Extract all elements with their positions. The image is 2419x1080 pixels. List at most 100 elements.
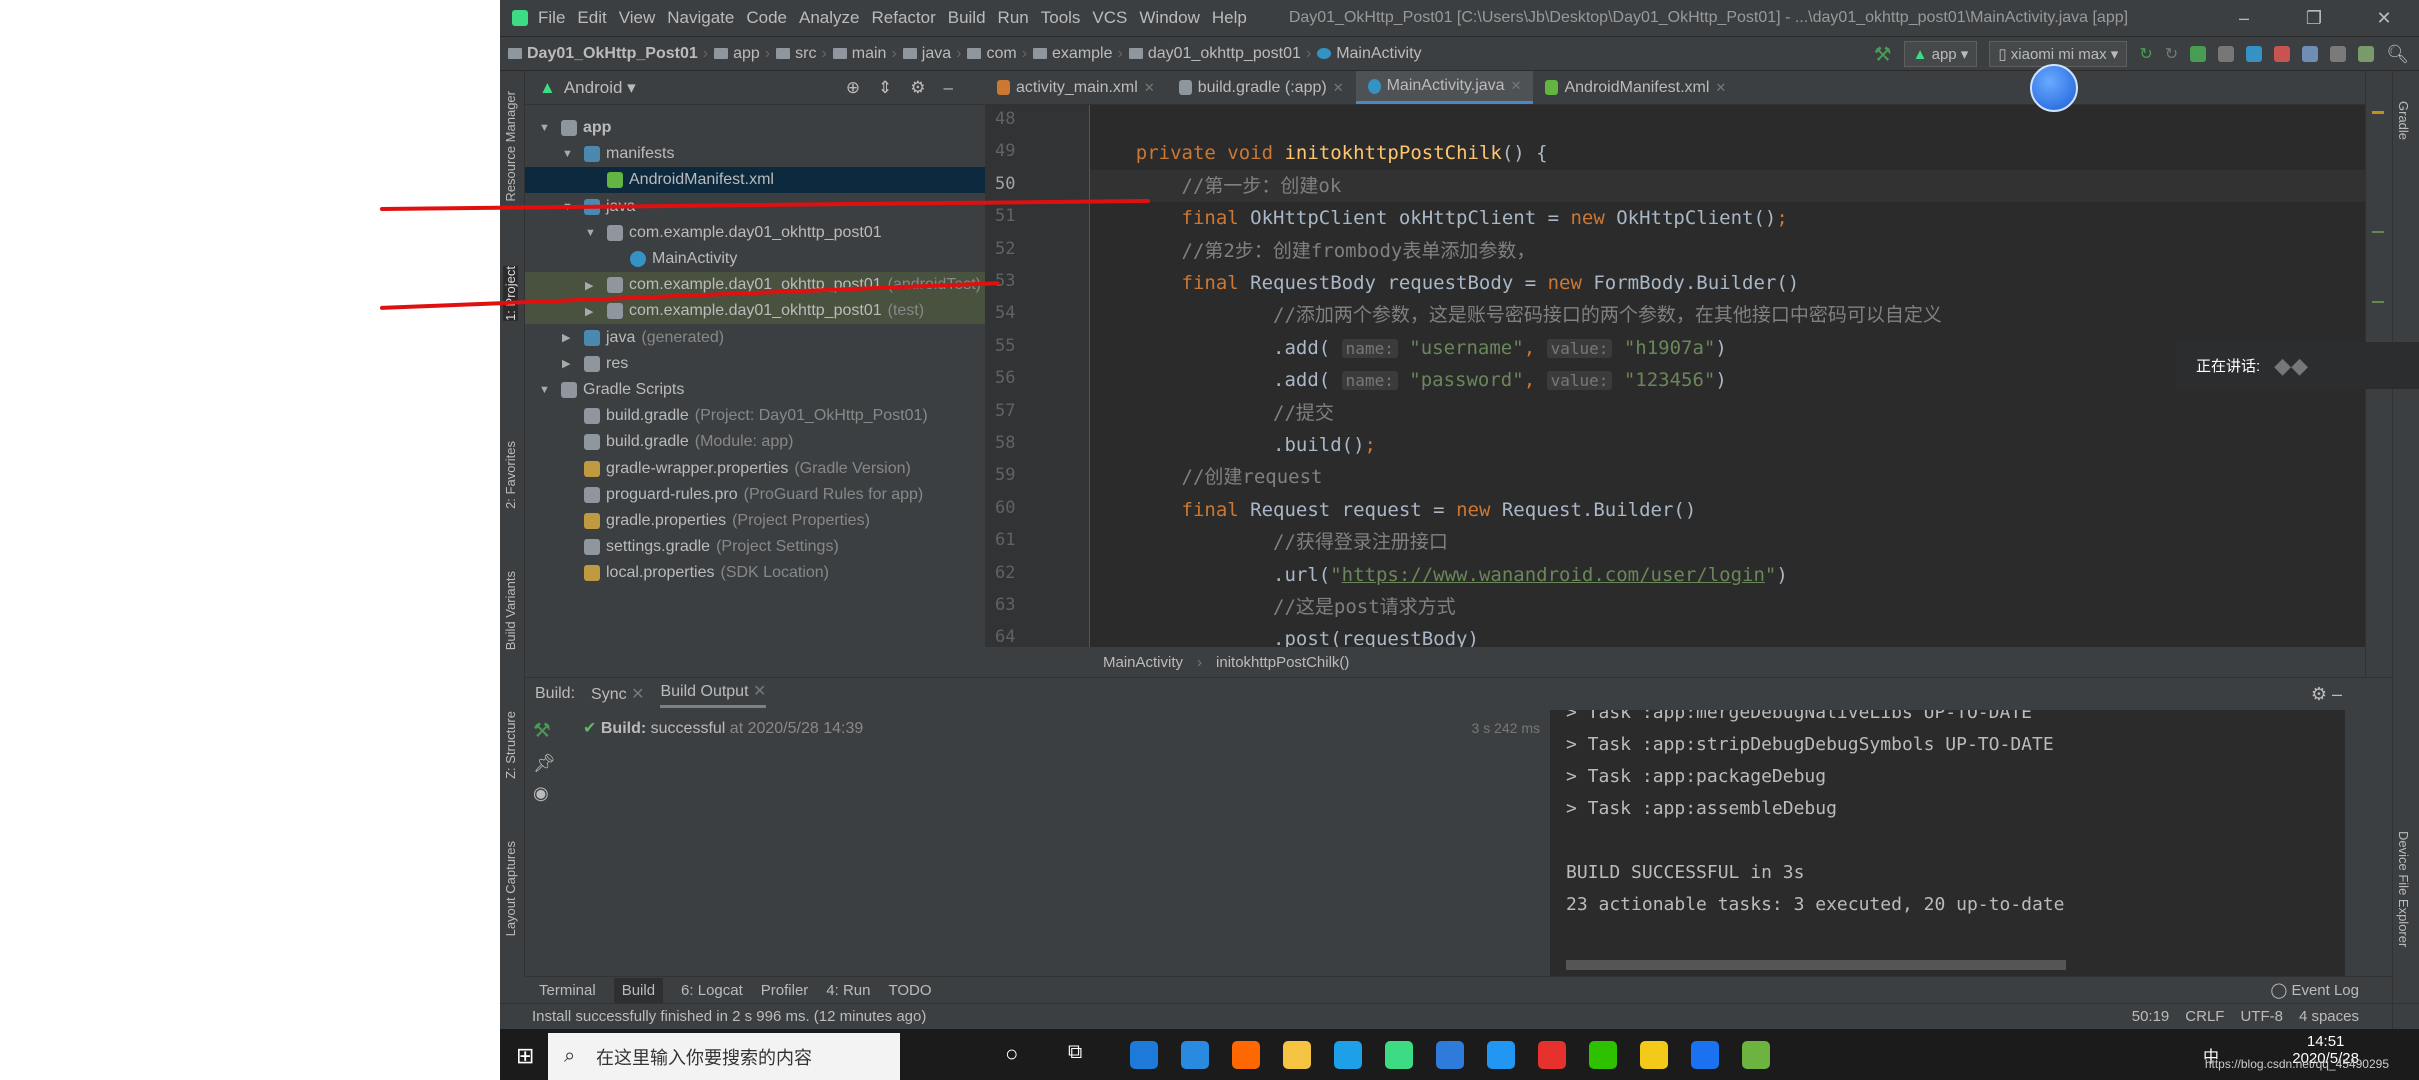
breadcrumb-item[interactable]: java ›	[902, 45, 961, 63]
breadcrumb-item[interactable]: day01_okhttp_post01 ›	[1128, 45, 1311, 63]
breadcrumb-item[interactable]: main ›	[832, 45, 897, 63]
code-line[interactable]: final OkHttpClient okHttpClient = new Ok…	[1090, 202, 2365, 234]
bottom-tab[interactable]: TODO	[888, 982, 931, 999]
indent-setting[interactable]: 4 spaces	[2299, 1008, 2359, 1025]
code-line[interactable]: final Request request = new Request.Buil…	[1090, 494, 2365, 526]
app-icon[interactable]	[1640, 1041, 1668, 1069]
device-select[interactable]: ▯ xiaomi mi max ▾	[1989, 41, 2128, 67]
menu-vcs[interactable]: VCS	[1092, 8, 1127, 27]
menu-tools[interactable]: Tools	[1041, 8, 1081, 27]
code-line[interactable]: .add( name: "password", value: "123456")	[1090, 364, 2365, 396]
tree-item[interactable]: MainActivity	[525, 246, 985, 272]
project-view-select[interactable]: ▲ Android ▾ ⊕⇕⚙–	[525, 71, 985, 105]
caret-position[interactable]: 50:19	[2132, 1008, 2170, 1025]
code-line[interactable]	[1090, 105, 2365, 137]
sogou-icon[interactable]	[1436, 1041, 1464, 1069]
code-line[interactable]: .post(requestBody)	[1090, 623, 2365, 647]
cortana-icon[interactable]: ○	[1005, 1041, 1018, 1067]
code-line[interactable]: //获得登录注册接口	[1090, 526, 2365, 558]
breadcrumb-item[interactable]: example ›	[1033, 45, 1123, 63]
feishu-icon[interactable]	[1691, 1041, 1719, 1069]
sdk-manager-icon[interactable]	[2358, 46, 2375, 62]
task-view-icon[interactable]: ⧉	[1068, 1041, 1082, 1064]
bottom-tab[interactable]: Build	[613, 977, 664, 1003]
code-line[interactable]: //创建request	[1090, 461, 2365, 493]
event-log-button[interactable]: ◯ Event Log	[2270, 981, 2359, 999]
maximize-button[interactable]: ❐	[2279, 0, 2349, 36]
floating-assist-ball[interactable]	[2030, 64, 2078, 112]
code-area[interactable]: private void initokhttpPostChilk() { //第…	[1090, 105, 2365, 647]
eye-icon[interactable]: ◉	[533, 783, 549, 804]
tree-item[interactable]: ▼ manifests	[525, 141, 985, 167]
close-tab-icon[interactable]: ✕	[1144, 80, 1155, 96]
menu-build[interactable]: Build	[948, 8, 986, 27]
tool-resource-manager[interactable]: Resource Manager	[503, 91, 518, 202]
bottom-tab[interactable]: 4: Run	[826, 982, 870, 999]
tool-project[interactable]: 1: Project	[503, 266, 518, 321]
code-line[interactable]: .add( name: "username", value: "h1907a")	[1090, 332, 2365, 364]
tool-layout-captures[interactable]: Layout Captures	[503, 841, 518, 936]
status-message[interactable]: Install successfully finished in 2 s 996…	[532, 1008, 926, 1025]
bottom-tab[interactable]: Terminal	[539, 982, 596, 999]
project-toolbar-icons[interactable]: ⊕⇕⚙–	[846, 78, 971, 98]
android-studio-icon[interactable]	[1385, 1041, 1413, 1069]
editor-tab[interactable]: MainActivity.java ✕	[1355, 71, 1534, 104]
file-explorer-icon[interactable]	[1283, 1041, 1311, 1069]
close-tab-icon[interactable]: ✕	[1333, 80, 1344, 96]
chevron-down-icon[interactable]: ▼	[539, 384, 555, 396]
menu-edit[interactable]: Edit	[577, 8, 606, 27]
tree-item[interactable]: ▶ res	[525, 351, 985, 377]
chevron-down-icon[interactable]: ▼	[539, 122, 555, 134]
code-line[interactable]: //第一步：创建ok	[1090, 169, 2365, 202]
tree-item[interactable]: build.gradle (Project: Day01_OkHttp_Post…	[525, 403, 985, 429]
edge-icon[interactable]	[1130, 1041, 1158, 1069]
sync-gradle-icon[interactable]	[2302, 46, 2319, 62]
stop-icon[interactable]	[2274, 46, 2291, 62]
tab-sync[interactable]: Sync ✕	[591, 684, 644, 704]
debug-icon[interactable]	[2190, 46, 2207, 62]
wechat-icon[interactable]	[1589, 1041, 1617, 1069]
breadcrumb-item[interactable]: Day01_OkHttp_Post01 ›	[508, 45, 708, 63]
code-line[interactable]: .build();	[1090, 429, 2365, 461]
qq-browser-icon[interactable]	[1487, 1041, 1515, 1069]
mail-icon[interactable]	[1181, 1041, 1209, 1069]
tool-device-file-explorer[interactable]: Device File Explorer	[2396, 831, 2411, 947]
file-encoding[interactable]: UTF-8	[2240, 1008, 2283, 1025]
attach-debugger-icon[interactable]	[2218, 46, 2235, 62]
editor-tab[interactable]: build.gradle (:app) ✕	[1167, 71, 1356, 104]
close-tab-icon[interactable]: ✕	[1715, 80, 1726, 96]
notepad-icon[interactable]	[1742, 1041, 1770, 1069]
hammer-build-icon[interactable]: ⚒	[1874, 42, 1892, 67]
breadcrumb-item[interactable]: app ›	[714, 45, 770, 63]
menu-run[interactable]: Run	[998, 8, 1029, 27]
avd-manager-icon[interactable]	[2330, 46, 2347, 62]
menu-view[interactable]: View	[619, 8, 656, 27]
taskbar-search-input[interactable]: ⌕ 在这里输入你要搜索的内容	[548, 1033, 900, 1080]
chevron-down-icon[interactable]: ▼	[562, 148, 578, 160]
tree-item[interactable]: settings.gradle (Project Settings)	[525, 534, 985, 560]
mi-icon[interactable]	[1232, 1041, 1260, 1069]
crumb-method[interactable]: initokhttpPostChilk()	[1216, 654, 1349, 671]
editor-tab[interactable]: activity_main.xml ✕	[985, 71, 1167, 104]
line-separator[interactable]: CRLF	[2185, 1008, 2224, 1025]
tab-build-output[interactable]: Build Output ✕	[660, 681, 767, 708]
tree-item[interactable]: build.gradle (Module: app)	[525, 429, 985, 455]
menu-navigate[interactable]: Navigate	[667, 8, 734, 27]
menu-help[interactable]: Help	[1212, 8, 1247, 27]
chevron-down-icon[interactable]: ▼	[585, 227, 601, 239]
youdao-icon[interactable]	[1538, 1041, 1566, 1069]
run-config-select[interactable]: ▲ app ▾	[1903, 41, 1978, 67]
menu-analyze[interactable]: Analyze	[799, 8, 859, 27]
horizontal-scrollbar[interactable]	[1566, 960, 2066, 970]
search-icon[interactable]: 🔍︎	[2386, 44, 2409, 65]
bottom-tab[interactable]: Profiler	[761, 982, 809, 999]
close-button[interactable]: ✕	[2349, 0, 2419, 36]
tool-structure[interactable]: Z: Structure	[503, 711, 518, 779]
tool-gradle[interactable]: Gradle	[2396, 101, 2411, 140]
tree-item[interactable]: gradle.properties (Project Properties)	[525, 508, 985, 534]
code-line[interactable]: //这是post请求方式	[1090, 591, 2365, 623]
pin-icon[interactable]: 📌︎	[533, 753, 556, 774]
build-console[interactable]: > Task :app:mergeDebugNativeLibs UP-TO-D…	[1550, 710, 2345, 977]
tree-item[interactable]: ▶ com.example.day01_okhttp_post01 (test)	[525, 298, 985, 325]
tool-build-variants[interactable]: Build Variants	[503, 571, 518, 650]
